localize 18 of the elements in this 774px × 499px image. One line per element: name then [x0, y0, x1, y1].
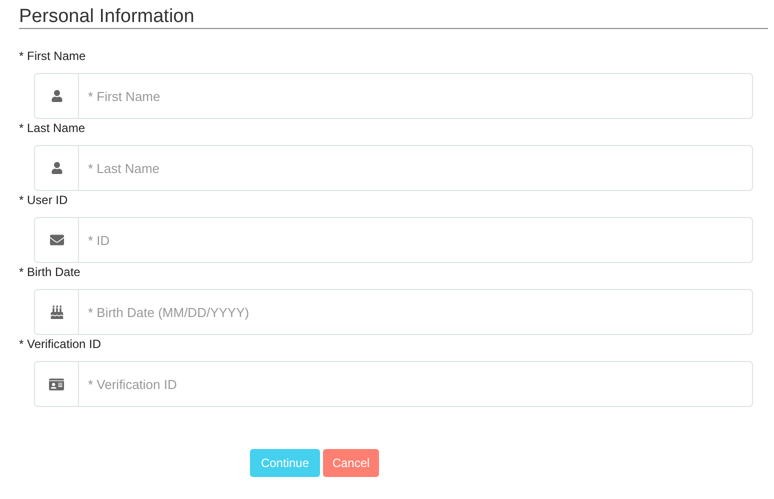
section-title: Personal Information: [19, 6, 768, 29]
id-card-icon: [49, 376, 64, 392]
person-icon: [50, 162, 62, 174]
cancel-button[interactable]: Cancel: [323, 449, 379, 477]
cake-icon: [50, 305, 64, 319]
field-label: * First Name: [19, 48, 87, 65]
field-label: * Last Name: [19, 120, 86, 137]
input-field[interactable]: * Birth Date (MM/DD/YYYY): [34, 289, 753, 335]
input-field[interactable]: * Last Name: [34, 145, 753, 191]
field-label: * User ID: [19, 192, 69, 209]
envelope-icon: [50, 233, 64, 247]
field-label: * Verification ID: [19, 336, 102, 353]
continue-button[interactable]: Continue: [250, 449, 320, 477]
input-field[interactable]: * ID: [34, 217, 753, 263]
person-icon: [50, 90, 62, 102]
field-label: * Birth Date: [19, 264, 82, 281]
input-field[interactable]: * First Name: [34, 73, 753, 119]
input-field[interactable]: * Verification ID: [34, 361, 753, 407]
